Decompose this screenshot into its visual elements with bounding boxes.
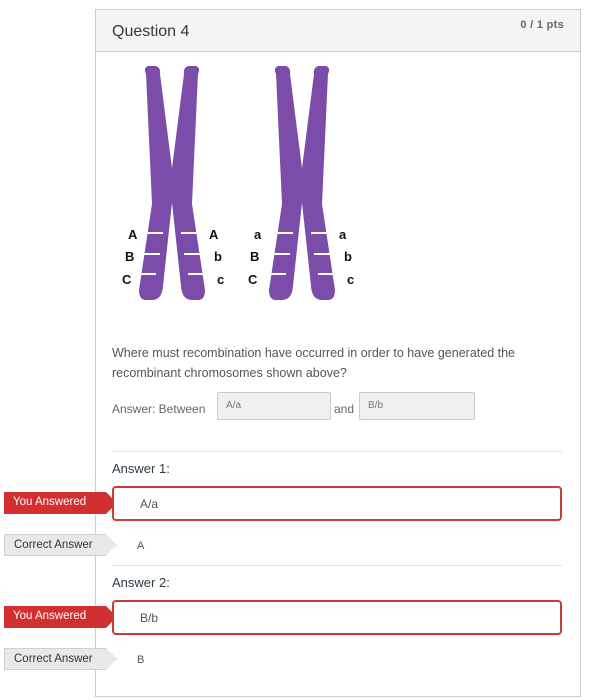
answer-1-heading: Answer 1: [112, 461, 170, 476]
chromatid-2b [300, 66, 335, 300]
allele-label: a [254, 227, 262, 242]
answer-1-response: A/a [112, 486, 562, 521]
allele-label: B [125, 249, 134, 264]
you-answered-flag: You Answered [4, 606, 117, 628]
question-title: Question 4 [112, 23, 190, 40]
correct-answer-flag: Correct Answer [4, 534, 117, 556]
allele-label: c [347, 272, 354, 287]
allele-label: A [128, 227, 138, 242]
allele-label: a [339, 227, 347, 242]
you-answered-flag: You Answered [4, 492, 117, 514]
answer-prefix: Answer: Between [112, 402, 206, 416]
answer-2-response: B/b [112, 600, 562, 635]
divider [112, 451, 562, 452]
chromosome-1 [139, 66, 205, 300]
allele-label: c [217, 272, 224, 287]
answer-2-heading: Answer 2: [112, 575, 170, 590]
allele-label: b [214, 249, 222, 264]
chromatid-1b [170, 66, 205, 300]
blank-1-field[interactable]: A/a [217, 392, 331, 420]
question-text: Where must recombination have occurred i… [112, 346, 516, 380]
allele-label: b [344, 249, 352, 264]
chromatid-2a [269, 66, 304, 300]
chromatid-1a [139, 66, 174, 300]
question-header: Question 4 0 / 1 pts [96, 10, 580, 52]
answer-1-correct: A [137, 540, 145, 552]
chromosome-figure: A B C A b c a B C a b c [122, 66, 354, 300]
allele-label: C [122, 272, 132, 287]
allele-label: A [209, 227, 219, 242]
blank-2-field[interactable]: B/b [359, 392, 475, 420]
allele-label: B [250, 249, 259, 264]
allele-label: C [248, 272, 258, 287]
divider [112, 565, 562, 566]
answer-2-correct: B [137, 654, 145, 666]
question-points: 0 / 1 pts [520, 19, 564, 31]
chromosome-2 [269, 66, 335, 300]
answer-connector: and [334, 402, 355, 416]
correct-answer-flag: Correct Answer [4, 648, 117, 670]
